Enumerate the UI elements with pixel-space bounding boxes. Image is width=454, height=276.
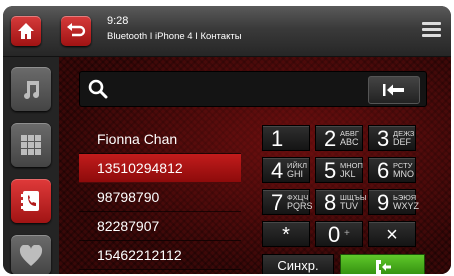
dialer-panel: Fionna Chan 13510294812 98798790 8228790… <box>59 57 451 274</box>
key-4[interactable]: 4 ИЙКЛ GHI <box>262 157 310 183</box>
menu-icon <box>422 22 441 25</box>
key-delete[interactable]: × <box>368 221 416 247</box>
music-note-icon <box>24 81 39 99</box>
backspace-button[interactable] <box>368 76 420 104</box>
call-icon <box>376 260 391 274</box>
key-star[interactable]: * <box>262 221 310 247</box>
status-breadcrumb: Bluetooth I iPhone 4 I Контакты <box>107 31 242 42</box>
home-icon <box>18 23 34 39</box>
key-2[interactable]: 2 АБВГ ABC <box>315 125 363 151</box>
search-input[interactable] <box>116 78 360 102</box>
menu-button[interactable] <box>418 17 444 43</box>
key-7[interactable]: 7 ФХЦЧ PQRS <box>262 189 313 215</box>
home-button[interactable] <box>11 16 41 46</box>
top-bar: 9:28 Bluetooth I iPhone 4 I Контакты <box>3 6 451 57</box>
phonebook-icon <box>21 191 39 211</box>
key-5[interactable]: 5 МНОП JKL <box>315 157 363 183</box>
contact-list-item[interactable]: 82287907 <box>79 212 241 241</box>
key-1[interactable]: 1 <box>262 125 310 151</box>
sidebar-item-apps[interactable] <box>11 123 51 167</box>
search-bar <box>79 71 427 107</box>
sidebar-item-contacts[interactable] <box>11 179 51 223</box>
key-0[interactable]: 0 + <box>315 221 363 247</box>
contact-list-item[interactable]: Fionna Chan <box>79 125 241 154</box>
sync-button[interactable]: Синхр. <box>262 254 334 274</box>
grid-icon <box>21 135 41 155</box>
contact-list-item[interactable]: 15462212112 <box>79 241 241 270</box>
sidebar-item-music[interactable] <box>11 67 51 111</box>
key-8[interactable]: 8 ШЩЪЫ TUV <box>315 189 366 215</box>
sidebar <box>3 57 59 274</box>
car-head-unit-screen: 9:28 Bluetooth I iPhone 4 I Контакты Fio… <box>3 6 451 274</box>
call-button[interactable] <box>340 254 425 274</box>
clock-time: 9:28 <box>107 15 129 27</box>
key-9[interactable]: 9 ЬЭЮЯ WXYZ <box>368 189 419 215</box>
contact-list-item[interactable]: 98798790 <box>79 183 241 212</box>
back-button[interactable] <box>61 16 91 46</box>
search-icon[interactable] <box>88 79 108 99</box>
backspace-icon <box>383 84 404 96</box>
heart-icon <box>19 245 43 266</box>
back-arrow-icon <box>67 23 86 37</box>
key-6[interactable]: 6 РСТУ MNO <box>368 157 416 183</box>
contact-list-item-selected[interactable]: 13510294812 <box>79 154 241 183</box>
sidebar-item-favorites[interactable] <box>11 235 51 274</box>
key-3[interactable]: 3 ДЕЖЗ DEF <box>368 125 416 151</box>
